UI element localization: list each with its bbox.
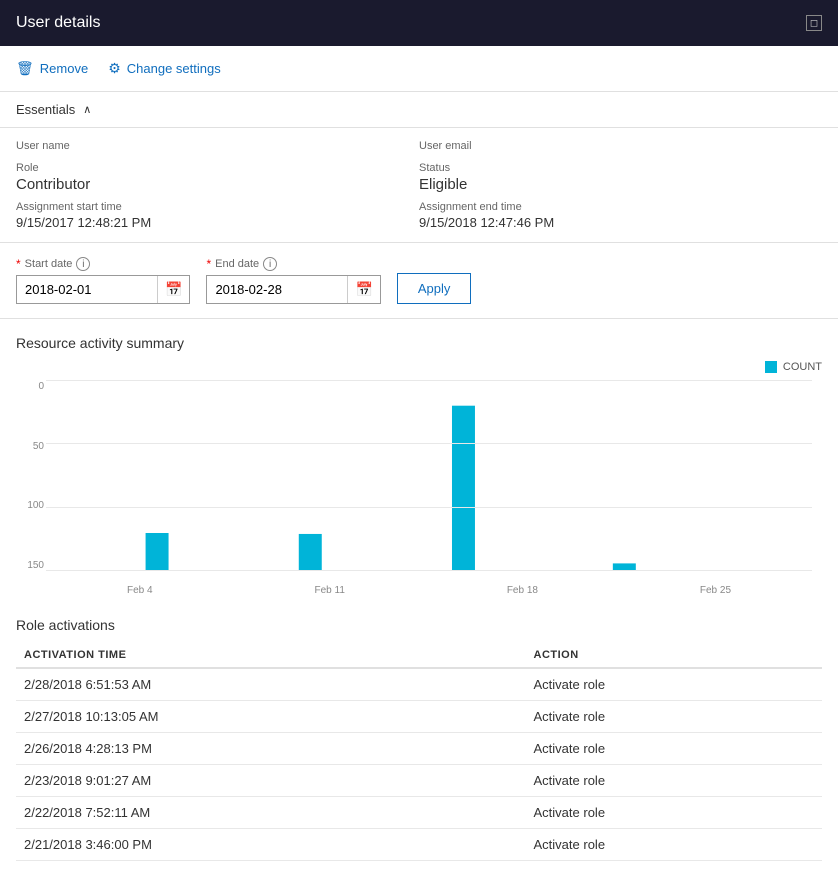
cell-action: Activate role <box>526 701 822 733</box>
end-date-input[interactable] <box>207 277 347 302</box>
grid-line-100 <box>46 443 812 444</box>
table-row: 2/26/2018 4:28:13 PM Activate role <box>16 733 822 765</box>
col-action: ACTION <box>526 643 822 668</box>
x-axis-labels: Feb 4 Feb 11 Feb 18 Feb 25 <box>46 585 812 596</box>
status-value: Eligible <box>419 176 822 193</box>
cell-time: 2/27/2018 10:13:05 AM <box>16 701 526 733</box>
assignment-start-value: 9/15/2017 12:48:21 PM <box>16 215 419 230</box>
essentials-label: Essentials <box>16 102 75 117</box>
essentials-grid: User name User email Role Contributor St… <box>0 128 838 243</box>
cell-action: Activate role <box>526 797 822 829</box>
user-name-field: User name <box>16 140 419 154</box>
window-controls: ◻ <box>806 15 822 31</box>
end-date-field: * End date i 📅 <box>206 257 380 304</box>
grid-line-50 <box>46 507 812 508</box>
cell-action: Activate role <box>526 765 822 797</box>
role-activations-section: Role activations ACTIVATION TIME ACTION … <box>0 601 838 861</box>
cell-time: 2/23/2018 9:01:27 AM <box>16 765 526 797</box>
chart-container: COUNT 150 100 50 0 <box>16 361 822 601</box>
table-row: 2/22/2018 7:52:11 AM Activate role <box>16 797 822 829</box>
grid-line-0 <box>46 570 812 571</box>
remove-button[interactable]: 🗑 Remove <box>16 56 88 81</box>
activations-table: ACTIVATION TIME ACTION 2/28/2018 6:51:53… <box>16 643 822 861</box>
y-label-100: 100 <box>16 500 44 511</box>
start-date-field: * Start date i 📅 <box>16 257 190 304</box>
cell-action: Activate role <box>526 733 822 765</box>
end-date-calendar-button[interactable]: 📅 <box>347 276 379 303</box>
y-label-0: 0 <box>16 381 44 392</box>
chart-section: Resource activity summary COUNT 150 100 … <box>0 319 838 601</box>
chart-legend: COUNT <box>765 361 822 373</box>
cell-action: Activate role <box>526 668 822 701</box>
change-settings-button[interactable]: ⚙ Change settings <box>108 56 221 81</box>
gear-icon: ⚙ <box>108 60 121 77</box>
toolbar: 🗑 Remove ⚙ Change settings <box>0 46 838 92</box>
cell-time: 2/26/2018 4:28:13 PM <box>16 733 526 765</box>
assignment-end-label: Assignment end time <box>419 201 822 213</box>
status-label: Status <box>419 162 822 174</box>
chevron-up-icon: ∧ <box>83 103 91 116</box>
assignment-start-field: Assignment start time 9/15/2017 12:48:21… <box>16 201 419 230</box>
end-date-label: * End date i <box>206 257 380 271</box>
role-label: Role <box>16 162 419 174</box>
date-filter-row: * Start date i 📅 * End date i 📅 Apply <box>0 243 838 319</box>
essentials-header[interactable]: Essentials ∧ <box>0 92 838 128</box>
start-date-calendar-button[interactable]: 📅 <box>157 276 189 303</box>
y-label-150: 150 <box>16 560 44 571</box>
y-label-50: 50 <box>16 441 44 452</box>
assignment-start-label: Assignment start time <box>16 201 419 213</box>
table-header-row: ACTIVATION TIME ACTION <box>16 643 822 668</box>
user-email-field: User email <box>419 140 822 154</box>
x-label-feb11: Feb 11 <box>314 585 344 596</box>
start-date-input-wrapper: 📅 <box>16 275 190 304</box>
assignment-end-value: 9/15/2018 12:47:46 PM <box>419 215 822 230</box>
table-row: 2/23/2018 9:01:27 AM Activate role <box>16 765 822 797</box>
start-date-label: * Start date i <box>16 257 190 271</box>
legend-color-swatch <box>765 361 777 373</box>
required-star-start: * <box>16 257 21 271</box>
window-title: User details <box>16 14 100 32</box>
end-date-info-icon[interactable]: i <box>263 257 277 271</box>
title-bar: User details ◻ <box>0 0 838 46</box>
cell-action: Activate role <box>526 829 822 861</box>
chart-inner <box>46 381 812 571</box>
cell-time: 2/21/2018 3:46:00 PM <box>16 829 526 861</box>
grid-lines <box>46 381 812 571</box>
col-activation-time: ACTIVATION TIME <box>16 643 526 668</box>
x-label-feb4: Feb 4 <box>127 585 153 596</box>
end-date-input-wrapper: 📅 <box>206 275 380 304</box>
table-row: 2/28/2018 6:51:53 AM Activate role <box>16 668 822 701</box>
chart-title: Resource activity summary <box>16 335 822 351</box>
assignment-end-field: Assignment end time 9/15/2018 12:47:46 P… <box>419 201 822 230</box>
role-value: Contributor <box>16 176 419 193</box>
y-axis-labels: 150 100 50 0 <box>16 381 44 571</box>
apply-button[interactable]: Apply <box>397 273 472 304</box>
user-name-label: User name <box>16 140 419 152</box>
legend-label: COUNT <box>783 361 822 373</box>
restore-button[interactable]: ◻ <box>806 15 822 31</box>
start-date-info-icon[interactable]: i <box>76 257 90 271</box>
cell-time: 2/28/2018 6:51:53 AM <box>16 668 526 701</box>
start-date-input[interactable] <box>17 277 157 302</box>
role-activations-title: Role activations <box>16 617 822 633</box>
table-row: 2/27/2018 10:13:05 AM Activate role <box>16 701 822 733</box>
cell-time: 2/22/2018 7:52:11 AM <box>16 797 526 829</box>
required-star-end: * <box>206 257 211 271</box>
x-label-feb18: Feb 18 <box>507 585 538 596</box>
user-email-label: User email <box>419 140 822 152</box>
x-label-feb25: Feb 25 <box>700 585 731 596</box>
role-field: Role Contributor <box>16 162 419 193</box>
remove-icon: 🗑 <box>16 60 34 77</box>
status-field: Status Eligible <box>419 162 822 193</box>
table-row: 2/21/2018 3:46:00 PM Activate role <box>16 829 822 861</box>
grid-line-150 <box>46 380 812 381</box>
